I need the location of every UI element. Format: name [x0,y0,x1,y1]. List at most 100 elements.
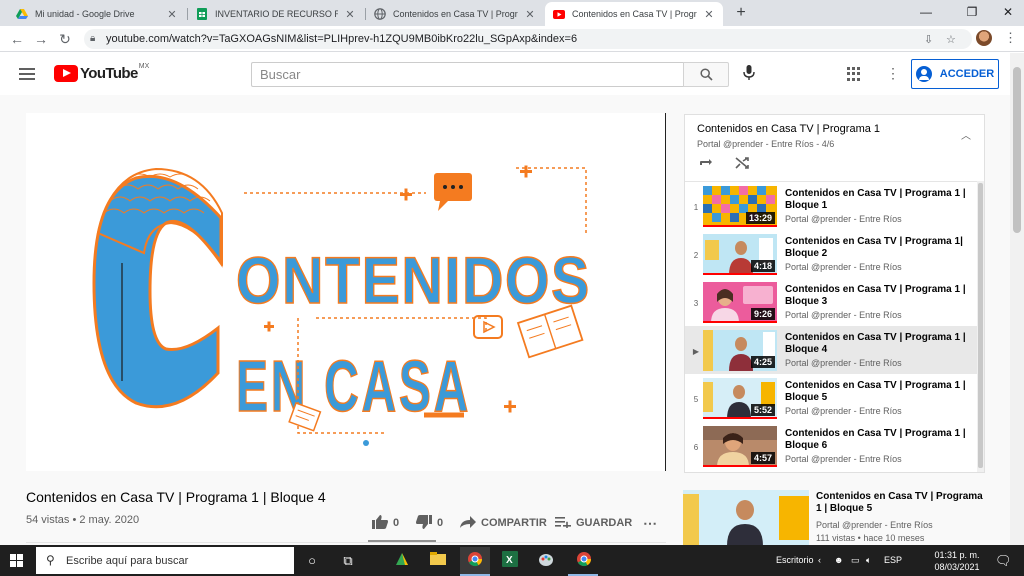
back-button[interactable]: ← [8,30,26,48]
shuffle-icon[interactable] [735,157,749,172]
settings-more-icon[interactable]: ⋮ [886,65,900,82]
youtube-logo[interactable]: YouTube MX [54,63,150,82]
apps-grid-icon[interactable] [847,67,861,81]
keyboard-language[interactable]: ESP [884,555,902,565]
recommended-channel[interactable]: Portal @prender - Entre Ríos [816,520,933,530]
playlist-scrollbar[interactable] [977,181,984,472]
browser-tab-strip: Mi unidad - Google Drive ✕ INVENTARIO DE… [0,0,1024,26]
system-clock[interactable]: 01:31 p. m. 08/03/2021 [930,549,984,573]
video-thumbnail[interactable]: 9:26 [703,282,777,323]
scrollbar-thumb[interactable] [1013,67,1021,233]
forward-button[interactable]: → [32,30,50,48]
playlist-item-title[interactable]: Contenidos en Casa TV | Programa 1 | Blo… [785,188,970,212]
volume-icon[interactable]: 🔈︎ [866,555,871,566]
country-code: MX [138,63,150,70]
playlist-item[interactable]: 3 9:26 Contenidos en Casa TV | Programa … [685,278,977,326]
signin-button[interactable]: ACCEDER [911,59,999,89]
taskbar-search[interactable]: ⚲ Escribe aquí para buscar [36,547,294,574]
install-icon[interactable]: ⇩ [924,33,933,46]
tab-google-drive[interactable]: Mi unidad - Google Drive ✕ [8,2,186,26]
tab-contenidos-youtube[interactable]: Contenidos en Casa TV | Programa 1 ✕ [545,2,723,26]
dislike-button[interactable]: 0 [416,514,443,532]
playlist-item-title[interactable]: Contenidos en Casa TV | Programa 1 | Blo… [785,284,970,308]
thumbs-up-icon [372,514,388,532]
duration-badge: 4:18 [750,260,775,272]
more-actions-icon[interactable]: ⋯ [643,514,657,532]
minimize-button[interactable]: — [904,2,948,22]
task-view-icon[interactable]: ⧉ [338,551,358,571]
recommended-title[interactable]: Contenidos en Casa TV | Programa 1 | Blo… [816,491,986,515]
playlist-channel[interactable]: Portal @prender - Entre Ríos [697,139,814,149]
google-drive-icon [16,8,28,20]
playlist-item[interactable]: 5 5:52 Contenidos en Casa TV | Programa … [685,374,977,422]
video-thumbnail[interactable]: 4:57 [703,426,777,467]
recommended-thumbnail[interactable] [683,490,809,546]
paint-icon[interactable] [536,551,556,571]
cortana-icon[interactable]: ○ [302,551,322,571]
video-thumbnail[interactable]: 4:25 [703,330,777,371]
browser-toolbar: ← → ↻ 🔒︎ youtube.com/watch?v=TaGXOAGsNIM… [0,26,1024,52]
reload-button[interactable]: ↻ [56,30,74,48]
collapse-chevron-icon[interactable]: ︿ [961,127,971,142]
microphone-button[interactable] [740,65,758,83]
play-square-icon [473,315,503,339]
windows-start-icon[interactable] [10,554,23,567]
playlist-item-title[interactable]: Contenidos en Casa TV | Programa 1| Bloq… [785,236,970,260]
new-tab-button[interactable]: + [732,4,750,22]
tab-inventario[interactable]: INVENTARIO DE RECURSO RECREATIVO ✕ [188,2,364,26]
close-icon[interactable]: ✕ [166,8,178,21]
playlist-item-title[interactable]: Contenidos en Casa TV | Programa 1 | Blo… [785,428,970,452]
close-icon[interactable]: ✕ [703,8,715,21]
profile-avatar[interactable] [976,30,992,46]
playlist-item-title[interactable]: Contenidos en Casa TV | Programa 1 | Blo… [785,332,970,356]
search-icon: ⚲ [46,553,55,567]
notification-icon[interactable]: 🗨︎ [995,553,1012,569]
watched-progress-bar [703,465,777,467]
duration-badge: 4:57 [750,452,775,464]
playlist-item-channel: Portal @prender - Entre Ríos [785,406,902,416]
tab-title: INVENTARIO DE RECURSO RECREATIVO [215,9,338,19]
playlist-item-title[interactable]: Contenidos en Casa TV | Programa 1 | Blo… [785,380,970,404]
address-bar[interactable]: 🔒︎ youtube.com/watch?v=TaGXOAGsNIM&list=… [84,29,972,49]
people-icon[interactable]: ☻ [834,555,843,565]
loop-icon[interactable] [699,157,713,172]
save-button[interactable]: GUARDAR [555,514,632,532]
playlist-item[interactable]: 1 13:29 Contenidos en Casa TV | Programa… [685,182,977,230]
video-thumbnail[interactable]: 13:29 [703,186,777,227]
taskbar-search-placeholder: Escribe aquí para buscar [66,555,189,567]
chrome-icon-2[interactable] [574,551,594,571]
browser-menu-icon[interactable]: ⋮ [1004,30,1017,46]
video-thumbnail[interactable]: 5:52 [703,378,777,419]
chevron-up-icon[interactable]: ‹ [818,555,821,565]
playlist-item-current[interactable]: ▶ 4:25 Contenidos en Casa TV | Programa … [685,326,977,374]
video-thumbnail[interactable]: 4:18 [703,234,777,275]
close-icon[interactable]: ✕ [344,8,356,21]
playlist-title[interactable]: Contenidos en Casa TV | Programa 1 [697,123,880,135]
close-icon[interactable]: ✕ [524,8,536,21]
playlist-item[interactable]: 6 4:57 Contenidos en Casa TV | Programa … [685,422,977,470]
scrollbar-thumb[interactable] [978,183,983,468]
app-icon-green[interactable] [392,551,412,571]
share-button[interactable]: COMPARTIR [460,514,547,532]
bookmark-star-icon[interactable]: ☆ [946,33,956,46]
video-player[interactable]: ONTENIDOS EN CASA [26,113,666,471]
divider [26,542,666,543]
big-c-letter [92,167,223,409]
search-button[interactable] [683,62,729,87]
chrome-icon[interactable] [465,551,485,571]
like-button[interactable]: 0 [372,514,399,532]
desktop-toolbar-label[interactable]: Escritorio [776,555,814,565]
page-scrollbar[interactable] [1010,53,1024,545]
signin-label: ACCEDER [939,68,995,80]
playlist-item-channel: Portal @prender - Entre Ríos [785,454,902,464]
network-icon[interactable]: ▭ [851,555,860,566]
playlist-item-index: 2 [693,251,699,260]
excel-icon[interactable]: X [500,551,520,571]
file-explorer-icon[interactable] [428,551,448,571]
close-window-button[interactable]: ✕ [986,2,1024,22]
search-input[interactable] [252,63,683,86]
playlist-item[interactable]: 2 4:18 Contenidos en Casa TV | Programa … [685,230,977,278]
tab-contenidos-globe[interactable]: Contenidos en Casa TV | Programa 1 ✕ [366,2,544,26]
thumbs-down-icon [416,514,432,532]
hamburger-menu-icon[interactable] [19,68,35,80]
